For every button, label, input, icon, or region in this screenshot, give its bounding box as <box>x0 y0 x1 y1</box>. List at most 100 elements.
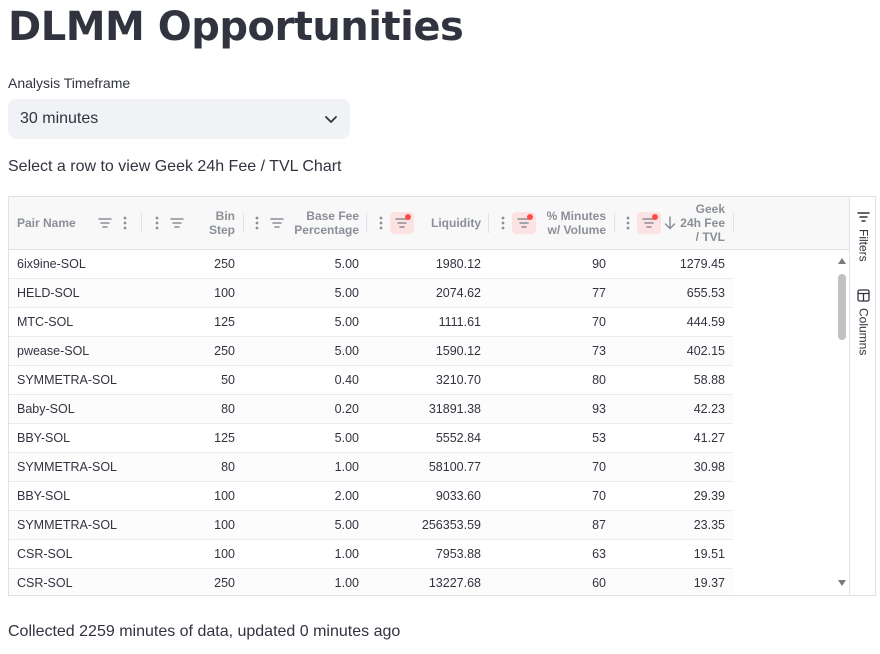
table-row[interactable]: CSR-SOL 250 1.00 13227.68 60 19.37 <box>9 569 733 595</box>
cell-fee: 2.00 <box>334 489 359 503</box>
cell-pct: 63 <box>592 547 606 561</box>
cell-liq: 1590.12 <box>435 344 481 358</box>
cell-geek: 402.15 <box>686 344 725 358</box>
cell-geek: 30.98 <box>693 460 725 474</box>
cell-liq: 7953.88 <box>435 547 481 561</box>
header-pct-minutes[interactable]: % Minutes w/ Volume <box>539 197 606 249</box>
sort-descending-icon <box>662 215 678 231</box>
table-row[interactable]: BBY-SOL 100 2.00 9033.60 70 29.39 <box>9 482 733 511</box>
scroll-thumb[interactable] <box>838 274 846 340</box>
filter-icon[interactable] <box>269 215 285 231</box>
columns-panel-button[interactable]: Columns <box>850 289 875 356</box>
column-separator <box>366 213 367 233</box>
header-liquidity[interactable]: Liquidity <box>419 197 481 249</box>
columns-icon <box>857 289 870 302</box>
page-title: DLMM Opportunities <box>8 4 464 50</box>
cell-fee: 5.00 <box>334 315 359 329</box>
table-row[interactable]: MTC-SOL 125 5.00 1111.61 70 444.59 <box>9 308 733 337</box>
cell-liq: 9033.60 <box>435 489 481 503</box>
header-geek-fee-tvl[interactable]: Geek 24h Fee / TVL <box>677 197 725 249</box>
header-bin-step[interactable]: Bin Step <box>189 197 235 249</box>
cell-fee: 5.00 <box>334 257 359 271</box>
cell-liq: 1111.61 <box>438 315 481 329</box>
active-filter-icon[interactable] <box>390 212 414 234</box>
column-menu-icon[interactable] <box>117 215 133 231</box>
cell-bin: 125 <box>214 431 235 445</box>
table-row[interactable]: HELD-SOL 100 5.00 2074.62 77 655.53 <box>9 279 733 308</box>
cell-geek: 58.88 <box>693 373 725 387</box>
cell-bin: 100 <box>214 518 235 532</box>
table-row[interactable]: SYMMETRA-SOL 80 1.00 58100.77 70 30.98 <box>9 453 733 482</box>
cell-pct: 87 <box>592 518 606 532</box>
cell-bin: 125 <box>214 315 235 329</box>
cell-liq: 13227.68 <box>428 576 481 590</box>
columns-label: Columns <box>856 308 871 356</box>
active-filter-icon[interactable] <box>637 212 661 234</box>
column-menu-icon[interactable] <box>249 215 265 231</box>
cell-liq: 256353.59 <box>421 518 481 532</box>
cell-pct: 93 <box>592 402 606 416</box>
cell-geek: 41.27 <box>693 431 725 445</box>
table-row[interactable]: Baby-SOL 80 0.20 31891.38 93 42.23 <box>9 395 733 424</box>
column-separator <box>243 213 244 233</box>
table-row[interactable]: CSR-SOL 100 1.00 7953.88 63 19.51 <box>9 540 733 569</box>
column-menu-icon[interactable] <box>373 215 389 231</box>
cell-pct: 80 <box>592 373 606 387</box>
cell-pct: 73 <box>592 344 606 358</box>
active-filter-icon[interactable] <box>512 212 536 234</box>
timeframe-label: Analysis Timeframe <box>8 75 131 91</box>
cell-bin: 100 <box>214 547 235 561</box>
grid-body: 6ix9ine-SOL 250 5.00 1980.12 90 1279.45 HELD-S… <box>9 250 733 595</box>
column-separator <box>488 213 489 233</box>
vertical-scrollbar[interactable] <box>835 250 849 595</box>
cell-liq: 31891.38 <box>428 402 481 416</box>
table-row[interactable]: pwease-SOL 250 5.00 1590.12 73 402.15 <box>9 337 733 366</box>
header-label: Liquidity <box>431 216 481 230</box>
header-label: Pair Name <box>17 216 76 230</box>
timeframe-value: 30 minutes <box>20 110 99 127</box>
cell-liq: 1980.12 <box>435 257 481 271</box>
cell-geek: 42.23 <box>693 402 725 416</box>
cell-pair: Baby-SOL <box>17 402 75 416</box>
table-row[interactable]: SYMMETRA-SOL 50 0.40 3210.70 80 58.88 <box>9 366 733 395</box>
cell-pct: 70 <box>592 315 606 329</box>
cell-fee: 1.00 <box>334 460 359 474</box>
table-row[interactable]: BBY-SOL 125 5.00 5552.84 53 41.27 <box>9 424 733 453</box>
cell-pct: 70 <box>592 460 606 474</box>
side-panel: Filters Columns <box>849 197 875 595</box>
cell-pct: 90 <box>592 257 606 271</box>
cell-fee: 5.00 <box>334 286 359 300</box>
cell-geek: 23.35 <box>693 518 725 532</box>
header-label: Step <box>208 223 235 237</box>
cell-bin: 250 <box>214 576 235 590</box>
filters-label: Filters <box>856 229 871 262</box>
cell-fee: 5.00 <box>334 518 359 532</box>
header-label: Bin <box>215 209 235 223</box>
cell-pct: 77 <box>592 286 606 300</box>
timeframe-select[interactable]: 30 minutes <box>8 99 350 139</box>
column-menu-icon[interactable] <box>495 215 511 231</box>
row-hint: Select a row to view Geek 24h Fee / TVL … <box>8 158 342 175</box>
filter-icon <box>857 212 870 222</box>
filter-icon[interactable] <box>169 215 185 231</box>
cell-pct: 53 <box>592 431 606 445</box>
data-grid: Pair Name Bin Step Base Fee Percentage L… <box>8 196 876 596</box>
header-label: % Minutes <box>546 209 606 223</box>
cell-geek: 655.53 <box>686 286 725 300</box>
header-base-fee[interactable]: Base Fee Percentage <box>289 197 359 249</box>
filter-icon[interactable] <box>97 215 113 231</box>
header-label: Geek <box>695 202 725 216</box>
scroll-up-arrow-icon[interactable] <box>838 258 846 264</box>
scroll-down-arrow-icon[interactable] <box>838 580 846 586</box>
table-row[interactable]: SYMMETRA-SOL 100 5.00 256353.59 87 23.35 <box>9 511 733 540</box>
cell-geek: 29.39 <box>693 489 725 503</box>
column-separator <box>614 213 615 233</box>
table-row[interactable]: 6ix9ine-SOL 250 5.00 1980.12 90 1279.45 <box>9 250 733 279</box>
filters-panel-button[interactable]: Filters <box>850 211 875 262</box>
column-menu-icon[interactable] <box>620 215 636 231</box>
cell-geek: 444.59 <box>686 315 725 329</box>
cell-geek: 19.37 <box>693 576 725 590</box>
cell-bin: 250 <box>214 344 235 358</box>
column-menu-icon[interactable] <box>149 215 165 231</box>
header-label: 24h Fee <box>680 216 725 230</box>
